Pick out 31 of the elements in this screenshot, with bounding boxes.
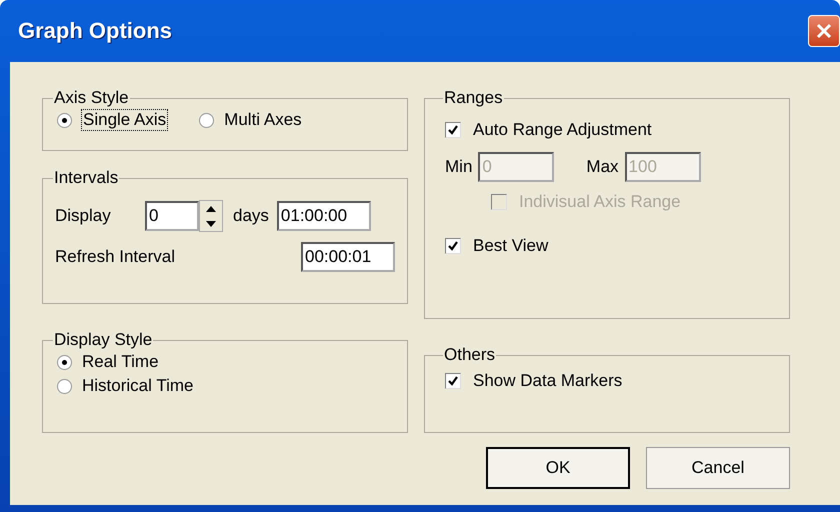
checkbox[interactable]: Auto Range Adjustment: [445, 120, 652, 140]
dialog-button[interactable]: Cancel: [646, 447, 790, 489]
group-title: Ranges: [443, 88, 504, 108]
radio-button[interactable]: Real Time: [55, 350, 161, 374]
radio-button[interactable]: Multi Axes: [197, 108, 304, 132]
days-field[interactable]: 0: [145, 201, 199, 231]
spinner[interactable]: [199, 200, 223, 232]
group-title: Display Style: [53, 330, 154, 350]
time-field[interactable]: 00:00:01: [301, 242, 395, 272]
time-field[interactable]: 01:00:00: [276, 201, 371, 231]
field-label: Display: [55, 206, 112, 226]
group-title: Intervals: [53, 168, 120, 188]
close-button[interactable]: [808, 15, 840, 47]
field-label: Refresh Interval: [55, 247, 175, 267]
field-label: days: [233, 206, 269, 226]
radio-button[interactable]: Historical Time: [55, 374, 196, 398]
group-title: Axis Style: [53, 88, 130, 108]
radio-button[interactable]: Single Axis: [55, 108, 170, 132]
up-arrow-icon: [206, 206, 216, 212]
checkbox[interactable]: Best View: [445, 236, 548, 256]
down-arrow-icon: [206, 220, 216, 226]
window-title: Graph Options: [18, 18, 172, 44]
field-label: Max: [586, 157, 619, 177]
close-icon: [815, 22, 833, 40]
group-title: Others: [443, 345, 496, 365]
checkmark-icon: [448, 376, 458, 386]
field-label: Min: [445, 157, 472, 177]
checkmark-icon: [448, 241, 458, 251]
dialog-button[interactable]: OK: [486, 447, 630, 489]
checkbox[interactable]: Show Data Markers: [445, 371, 622, 391]
checkmark-icon: [448, 125, 458, 135]
